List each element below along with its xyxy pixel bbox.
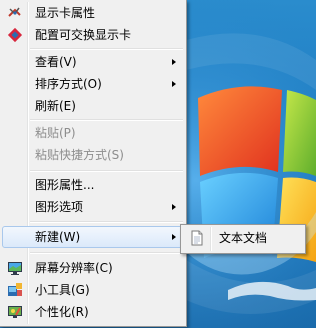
personalize-icon [7,304,23,320]
menu-item-label: 粘贴快捷方式(S) [35,148,124,162]
submenu-arrow-icon [172,234,176,240]
menu-item-refresh[interactable]: 刷新(E) [2,95,184,117]
submenu-arrow-icon [172,59,176,65]
menu-separator [30,252,183,254]
menu-item-label: 图形选项 [35,200,84,214]
menu-item-label: 图形属性... [35,178,95,192]
menu-item-graphics-properties-dialog[interactable]: 图形属性... [2,174,184,196]
menu-item-personalize[interactable]: 个性化(R) [2,301,184,323]
graphics-card-icon [7,5,23,21]
text-document-icon [189,230,205,246]
screen-resolution-icon [7,260,23,276]
menu-item-view[interactable]: 查看(V) [2,51,184,73]
menu-item-label: 小工具(G) [35,283,90,297]
menu-item-paste-shortcut[interactable]: 粘贴快捷方式(S) [2,144,184,166]
submenu-arrow-icon [172,204,176,210]
menu-item-new[interactable]: 新建(W) [2,226,184,248]
menu-separator [30,221,183,223]
menu-item-label: 新建(W) [35,230,81,244]
menu-item-sort-by[interactable]: 排序方式(O) [2,73,184,95]
menu-item-configure-switchable-graphics[interactable]: 配置可交换显示卡 [2,24,184,46]
menu-item-label: 显示卡属性 [35,6,96,20]
menu-item-paste[interactable]: 粘贴(P) [2,122,184,144]
menu-item-label: 配置可交换显示卡 [35,28,132,42]
new-submenu: 文本文档 [180,224,306,254]
menu-item-gadgets[interactable]: 小工具(G) [2,279,184,301]
desktop-context-menu: 显示卡属性 配置可交换显示卡 查看(V) 排序方式(O) 刷新(E) 粘贴(P)… [0,0,187,327]
menu-item-label: 查看(V) [35,55,77,69]
menu-item-label: 排序方式(O) [35,77,102,91]
submenu-item-text-document[interactable]: 文本文档 [183,227,303,249]
switchable-graphics-icon [7,27,23,43]
menu-item-screen-resolution[interactable]: 屏幕分辨率(C) [2,257,184,279]
gadgets-icon [7,282,23,298]
menu-separator [30,119,183,121]
menu-item-graphics-options[interactable]: 图形选项 [2,196,184,218]
menu-item-label: 粘贴(P) [35,126,76,140]
submenu-item-label: 文本文档 [219,231,268,245]
menu-separator [30,170,183,172]
menu-item-label: 个性化(R) [35,305,89,319]
menu-item-label: 屏幕分辨率(C) [35,261,113,275]
menu-item-label: 刷新(E) [35,99,76,113]
submenu-arrow-icon [172,81,176,87]
menu-separator [30,48,183,50]
menu-item-graphics-properties[interactable]: 显示卡属性 [2,2,184,24]
